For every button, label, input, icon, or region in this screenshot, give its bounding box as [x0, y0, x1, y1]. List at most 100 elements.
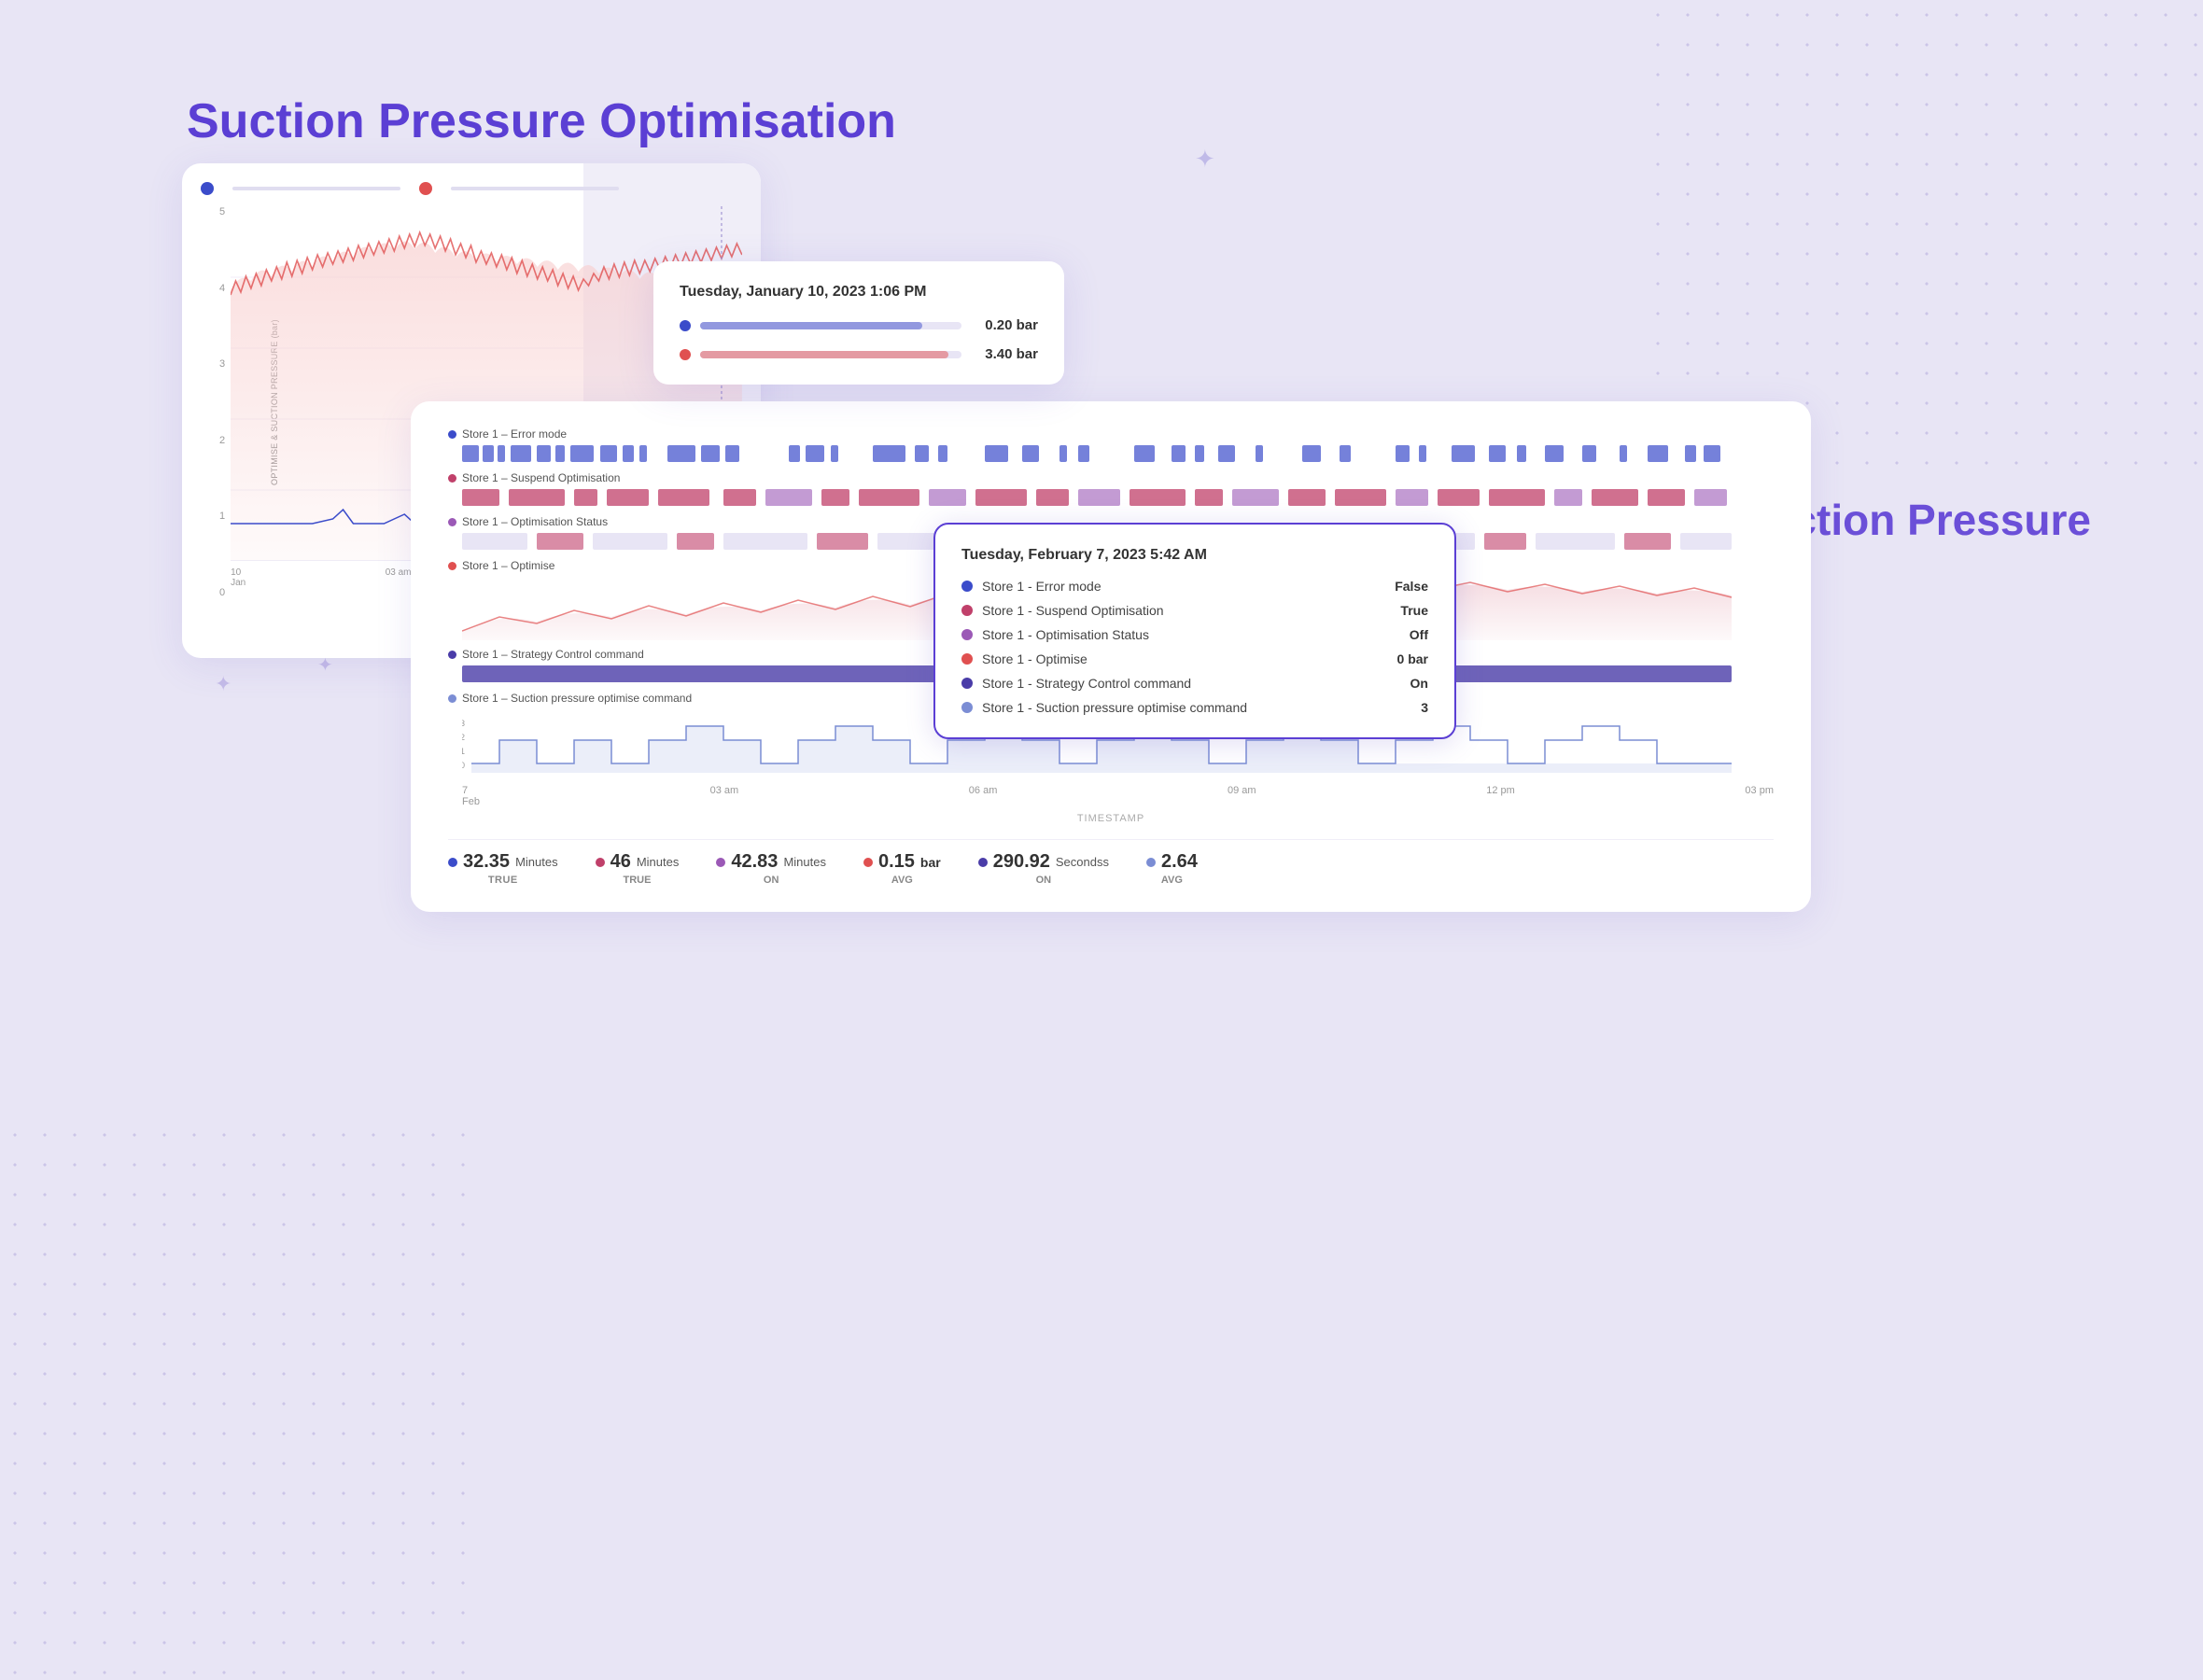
legend-number-1: 32.35: [463, 851, 510, 873]
tooltip2-row-4: Store 1 - Optimise 0 bar: [961, 651, 1428, 666]
legend-dot-2: [596, 858, 605, 867]
legend-dot-6: [1146, 858, 1156, 867]
row-label-opt-status: Store 1 – Optimisation Status: [462, 515, 608, 528]
tooltip1-title: Tuesday, January 10, 2023 1:06 PM: [680, 284, 1038, 301]
row-dot-error: [448, 430, 456, 439]
legend-label-1: TRUE: [488, 875, 518, 886]
chart-row-error-mode: Store 1 – Error mode: [448, 427, 1774, 464]
t2-dot-3: [961, 629, 973, 640]
svg-text:3: 3: [462, 719, 465, 728]
legend-item-1: 32.35 Minutes TRUE: [448, 851, 558, 886]
row-dot-suspend: [448, 474, 456, 483]
legend-item-4: 0.15 bar AVG: [863, 851, 941, 886]
legend-dot-3: [716, 858, 725, 867]
chart-header: [201, 182, 742, 195]
tooltip-card-2: Tuesday, February 7, 2023 5:42 AM Store …: [933, 523, 1456, 739]
tooltip1-value-1: 0.20 bar: [973, 317, 1038, 333]
tooltip1-row-1: 0.20 bar: [680, 317, 1038, 333]
tooltip1-bar-fill-2: [700, 351, 948, 358]
t2-value-4: 0 bar: [1397, 651, 1428, 666]
legend-item-3: 42.83 Minutes ON: [716, 851, 826, 886]
page-title: Suction Pressure Optimisation: [187, 93, 896, 149]
legend-item-6: 2.64 AVG: [1146, 851, 1198, 886]
tooltip1-bar-bg-2: [700, 351, 961, 358]
t2-dot-2: [961, 605, 973, 616]
legend-label-4: AVG: [891, 875, 913, 886]
legend-dot-5: [978, 858, 988, 867]
t2-label-1: Store 1 - Error mode: [982, 579, 1102, 594]
chart-dot-red: [419, 182, 432, 195]
x-ticks-chart2: 7Feb 03 am 06 am 09 am 12 pm 03 pm: [448, 785, 1774, 807]
tooltip2-row-3: Store 1 - Optimisation Status Off: [961, 627, 1428, 642]
row-label-error: Store 1 – Error mode: [462, 427, 567, 441]
legend-unit-3: Minutes: [783, 855, 826, 869]
tooltip1-dot-2: [680, 349, 691, 360]
chart-dot-blue: [201, 182, 214, 195]
tooltip-card-1: Tuesday, January 10, 2023 1:06 PM 0.20 b…: [653, 261, 1064, 385]
dot-pattern-top-right: [1643, 0, 2203, 467]
legend-item-2: 46 Minutes TRUE: [596, 851, 680, 886]
row-label-strategy: Store 1 – Strategy Control command: [462, 648, 644, 661]
suspend-bars: [448, 487, 1774, 508]
tooltip1-dot-1: [680, 320, 691, 331]
chart-line-placeholder1: [232, 187, 400, 190]
t2-dot-1: [961, 581, 973, 592]
t2-value-3: Off: [1410, 627, 1428, 642]
t2-label-2: Store 1 - Suspend Optimisation: [982, 603, 1164, 618]
timestamp-label: TIMESTAMP: [448, 813, 1774, 824]
t2-label-4: Store 1 - Optimise: [982, 651, 1087, 666]
error-mode-bars: [448, 443, 1774, 464]
legend-number-4: 0.15: [878, 851, 915, 873]
tooltip1-bar-bg-1: [700, 322, 961, 329]
chart-line-placeholder2: [451, 187, 619, 190]
t2-value-1: False: [1395, 579, 1428, 594]
legend-number-6: 2.64: [1161, 851, 1198, 873]
legend-unit-1: Minutes: [515, 855, 558, 869]
tooltip2-row-2: Store 1 - Suspend Optimisation True: [961, 603, 1428, 618]
row-dot-strategy: [448, 651, 456, 659]
row-label-suspend: Store 1 – Suspend Optimisation: [462, 471, 620, 484]
t2-value-6: 3: [1421, 700, 1428, 715]
tooltip2-row-1: Store 1 - Error mode False: [961, 579, 1428, 594]
legend-number-5: 290.92: [993, 851, 1050, 873]
y-ticks: 543210: [201, 206, 231, 598]
legend-label-2: TRUE: [624, 875, 652, 886]
svg-text:1: 1: [462, 747, 465, 756]
t2-value-5: On: [1410, 676, 1428, 691]
chart-row-suspend: Store 1 – Suspend Optimisation: [448, 471, 1774, 508]
legend-unit-4: bar: [920, 855, 941, 870]
sparkle-icon-2: ✦: [215, 672, 232, 696]
sparkle-icon-4: ✦: [1195, 145, 1215, 174]
tooltip2-row-5: Store 1 - Strategy Control command On: [961, 676, 1428, 691]
legend-number-3: 42.83: [731, 851, 778, 873]
svg-text:0: 0: [462, 761, 465, 770]
legend-label-5: ON: [1036, 875, 1052, 886]
svg-text:2: 2: [462, 733, 465, 742]
tooltip2-title: Tuesday, February 7, 2023 5:42 AM: [961, 547, 1428, 564]
tooltip1-value-2: 3.40 bar: [973, 346, 1038, 362]
row-dot-opt-status: [448, 518, 456, 526]
row-label-suction-cmd: Store 1 – Suction pressure optimise comm…: [462, 692, 692, 705]
row-dot-suction-cmd: [448, 694, 456, 703]
t2-dot-5: [961, 678, 973, 689]
legend-number-2: 46: [610, 851, 631, 873]
t2-dot-4: [961, 653, 973, 665]
legend-label-6: AVG: [1161, 875, 1183, 886]
legend-dot-1: [448, 858, 457, 867]
t2-label-3: Store 1 - Optimisation Status: [982, 627, 1149, 642]
t2-label-5: Store 1 - Strategy Control command: [982, 676, 1191, 691]
legend-row: 32.35 Minutes TRUE 46 Minutes TRUE 42.83…: [448, 839, 1774, 886]
t2-label-6: Store 1 - Suction pressure optimise comm…: [982, 700, 1247, 715]
tooltip1-row-2: 3.40 bar: [680, 346, 1038, 362]
legend-item-5: 290.92 Secondss ON: [978, 851, 1109, 886]
dot-pattern-bottom-left: [0, 1120, 467, 1680]
row-dot-optimise: [448, 562, 456, 570]
legend-unit-5: Secondss: [1056, 855, 1109, 869]
legend-dot-4: [863, 858, 873, 867]
row-label-optimise: Store 1 – Optimise: [462, 559, 554, 572]
tooltip2-row-6: Store 1 - Suction pressure optimise comm…: [961, 700, 1428, 715]
legend-label-3: ON: [764, 875, 779, 886]
legend-unit-2: Minutes: [637, 855, 680, 869]
tooltip1-bar-fill-1: [700, 322, 922, 329]
t2-dot-6: [961, 702, 973, 713]
